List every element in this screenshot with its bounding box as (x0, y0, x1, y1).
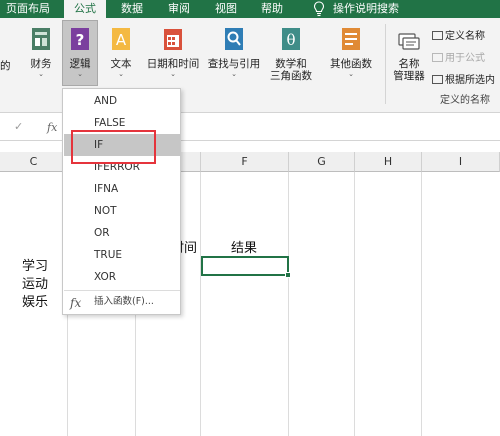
chevron-down-icon: ⌄ (38, 70, 44, 78)
tell-me-search[interactable]: 操作说明搜索 (333, 0, 399, 18)
math-trig-label-line1: 数学和 (275, 58, 307, 70)
define-name-command[interactable]: 定义名称 (432, 27, 485, 42)
tab-data[interactable]: 数据 (121, 0, 143, 18)
logical-button[interactable]: ? 逻辑 ⌄ (63, 26, 97, 78)
math-trig-label-line2: 三角函数 (270, 70, 312, 82)
chevron-down-icon: ⌄ (231, 70, 237, 78)
use-in-formula-label: 用于公式 (445, 53, 485, 64)
more-functions-button[interactable]: 其他函数 ⌄ (325, 26, 377, 78)
svg-text:?: ? (76, 31, 85, 49)
column-header-c[interactable]: C (0, 152, 68, 172)
ribbon-group-separator (385, 24, 386, 104)
tab-help[interactable]: 帮助 (261, 0, 283, 18)
create-from-selection-command[interactable]: 根据所选内 (432, 71, 495, 86)
cell-c-exercise[interactable]: 运动 (22, 277, 48, 292)
grid-line (421, 172, 422, 436)
logical-functions-dropdown: AND FALSE IF IFERROR IFNA NOT OR TRUE XO… (62, 88, 181, 315)
grid-line (288, 172, 289, 436)
date-time-button[interactable]: 日期和时间 ⌄ (144, 26, 202, 78)
name-manager-button[interactable]: 名称 管理器 (391, 30, 427, 82)
tab-view[interactable]: 视图 (215, 0, 237, 18)
more-functions-icon (342, 28, 360, 50)
name-manager-label-line1: 名称 (398, 58, 420, 70)
menu-item-ifna[interactable]: IFNA (64, 178, 180, 200)
fx-icon: fx (70, 296, 82, 310)
active-cell[interactable] (201, 256, 289, 276)
insert-function-icon[interactable]: fx (47, 121, 57, 134)
menu-item-not[interactable]: NOT (64, 200, 180, 222)
cell-c-entertainment[interactable]: 娱乐 (22, 295, 48, 310)
text-label: 文本 (110, 58, 132, 70)
menu-item-insert-function[interactable]: fx 插入函数(F)... (64, 291, 180, 313)
lightbulb-icon (313, 1, 325, 17)
annotation-highlight-box (71, 130, 156, 164)
menu-item-xor[interactable]: XOR (64, 266, 180, 288)
financial-button[interactable]: 财务 ⌄ (25, 26, 57, 78)
create-from-selection-icon (432, 75, 443, 84)
chevron-down-icon: ⌄ (170, 70, 176, 78)
chevron-down-icon: ⌄ (348, 70, 354, 78)
math-icon: θ (282, 28, 300, 50)
column-header-h[interactable]: H (355, 152, 422, 172)
math-trig-button[interactable]: θ 数学和 三角函数 (266, 26, 316, 82)
name-manager-label-line2: 管理器 (393, 70, 425, 82)
menu-item-and[interactable]: AND (64, 90, 180, 112)
lookup-reference-button[interactable]: 查找与引用 ⌄ (205, 26, 263, 78)
create-from-selection-label: 根据所选内 (445, 75, 495, 86)
use-in-formula-command[interactable]: 用于公式 (432, 49, 485, 64)
grid-line (354, 172, 355, 436)
define-name-label: 定义名称 (445, 31, 485, 42)
cell-f-result-header[interactable]: 结果 (231, 241, 257, 256)
svg-text:A: A (116, 31, 127, 49)
financial-icon (32, 28, 50, 50)
tab-page-layout[interactable]: 页面布局 (6, 0, 50, 18)
cell-c-study[interactable]: 学习 (22, 259, 48, 274)
column-header-i[interactable]: I (422, 152, 500, 172)
logical-icon: ? (71, 28, 89, 50)
column-header-f[interactable]: F (201, 152, 289, 172)
use-in-formula-icon (432, 53, 443, 62)
fill-handle[interactable] (285, 272, 291, 278)
text-icon: A (112, 28, 130, 50)
calendar-icon (164, 29, 182, 50)
defined-names-group-label: 定义的名称 (440, 95, 490, 106)
grid-line (200, 172, 201, 436)
column-header-g[interactable]: G (289, 152, 355, 172)
ribbon-tab-bar: 页面布局 公式 数据 审阅 视图 帮助 操作说明搜索 (0, 0, 500, 18)
chevron-down-icon: ⌄ (77, 70, 83, 78)
logical-label: 逻辑 (69, 58, 91, 70)
name-manager-icon (398, 33, 420, 50)
ribbon-partial-label: 的 (0, 60, 11, 72)
lookup-reference-label: 查找与引用 (207, 58, 261, 70)
text-button[interactable]: A 文本 ⌄ (104, 26, 138, 78)
define-name-icon (432, 31, 443, 40)
check-icon[interactable]: ✓ (14, 120, 23, 133)
lookup-icon (225, 28, 243, 50)
chevron-down-icon: ⌄ (118, 70, 124, 78)
date-time-label: 日期和时间 (146, 58, 200, 70)
svg-text:θ: θ (286, 31, 295, 49)
financial-label: 财务 (30, 58, 52, 70)
more-functions-label: 其他函数 (330, 58, 372, 70)
menu-item-true[interactable]: TRUE (64, 244, 180, 266)
insert-function-label: 插入函数(F)... (94, 296, 154, 307)
tab-review[interactable]: 审阅 (168, 0, 190, 18)
tab-formulas[interactable]: 公式 (64, 0, 106, 18)
menu-item-or[interactable]: OR (64, 222, 180, 244)
